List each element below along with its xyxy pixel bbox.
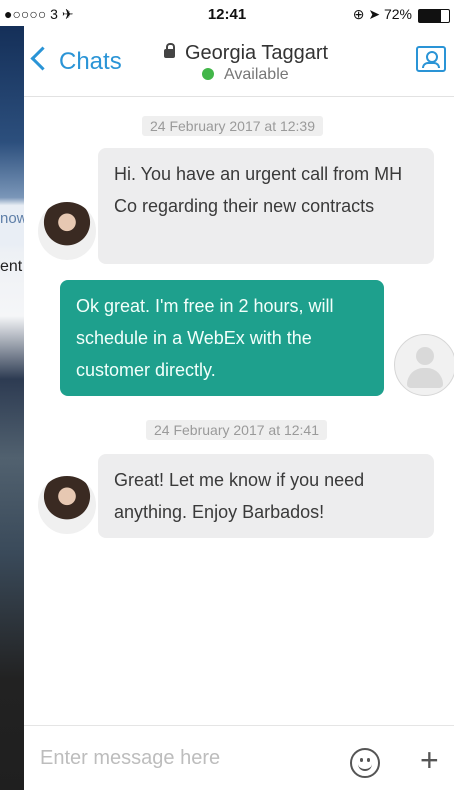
contact-name: Georgia Taggart: [185, 42, 329, 64]
contact-avatar: [36, 474, 98, 536]
contact-profile-button[interactable]: [416, 46, 446, 72]
background-text: ent: [0, 258, 23, 275]
battery-percent: ⊕ ➤ 72%: [352, 6, 412, 22]
contact-avatar: [36, 200, 98, 262]
message-input[interactable]: [38, 742, 332, 774]
message-incoming: Hi. You have an urgent call from MH Co r…: [98, 148, 434, 264]
presence-dot-icon: [202, 68, 214, 80]
contact-title: Georgia Taggart: [164, 42, 328, 65]
lock-icon: [164, 43, 175, 58]
timestamp: 24 February 2017 at 12:39: [142, 116, 324, 136]
message-outgoing: Ok great. I'm free in 2 hours, will sche…: [60, 280, 384, 396]
message-composer: +: [24, 725, 454, 790]
status-bar: ●○○○○ 3 ✈ 12:41 ⊕ ➤ 72%: [0, 0, 454, 26]
user-avatar: [394, 334, 454, 396]
presence-label: Available: [224, 66, 289, 83]
chevron-left-icon: [30, 46, 55, 71]
chat-panel: Chats Georgia Taggart Available 24 Febru…: [24, 26, 454, 790]
plus-icon[interactable]: +: [420, 742, 439, 779]
message-incoming: Great! Let me know if you need anything.…: [98, 454, 434, 538]
battery-icon: [418, 9, 450, 23]
chat-header: Chats Georgia Taggart Available: [24, 26, 454, 97]
back-button[interactable]: Chats: [30, 46, 122, 76]
back-label: Chats: [59, 48, 122, 75]
smiley-icon[interactable]: [350, 748, 380, 778]
timestamp: 24 February 2017 at 12:41: [146, 420, 328, 440]
presence-status: Available: [202, 66, 289, 84]
